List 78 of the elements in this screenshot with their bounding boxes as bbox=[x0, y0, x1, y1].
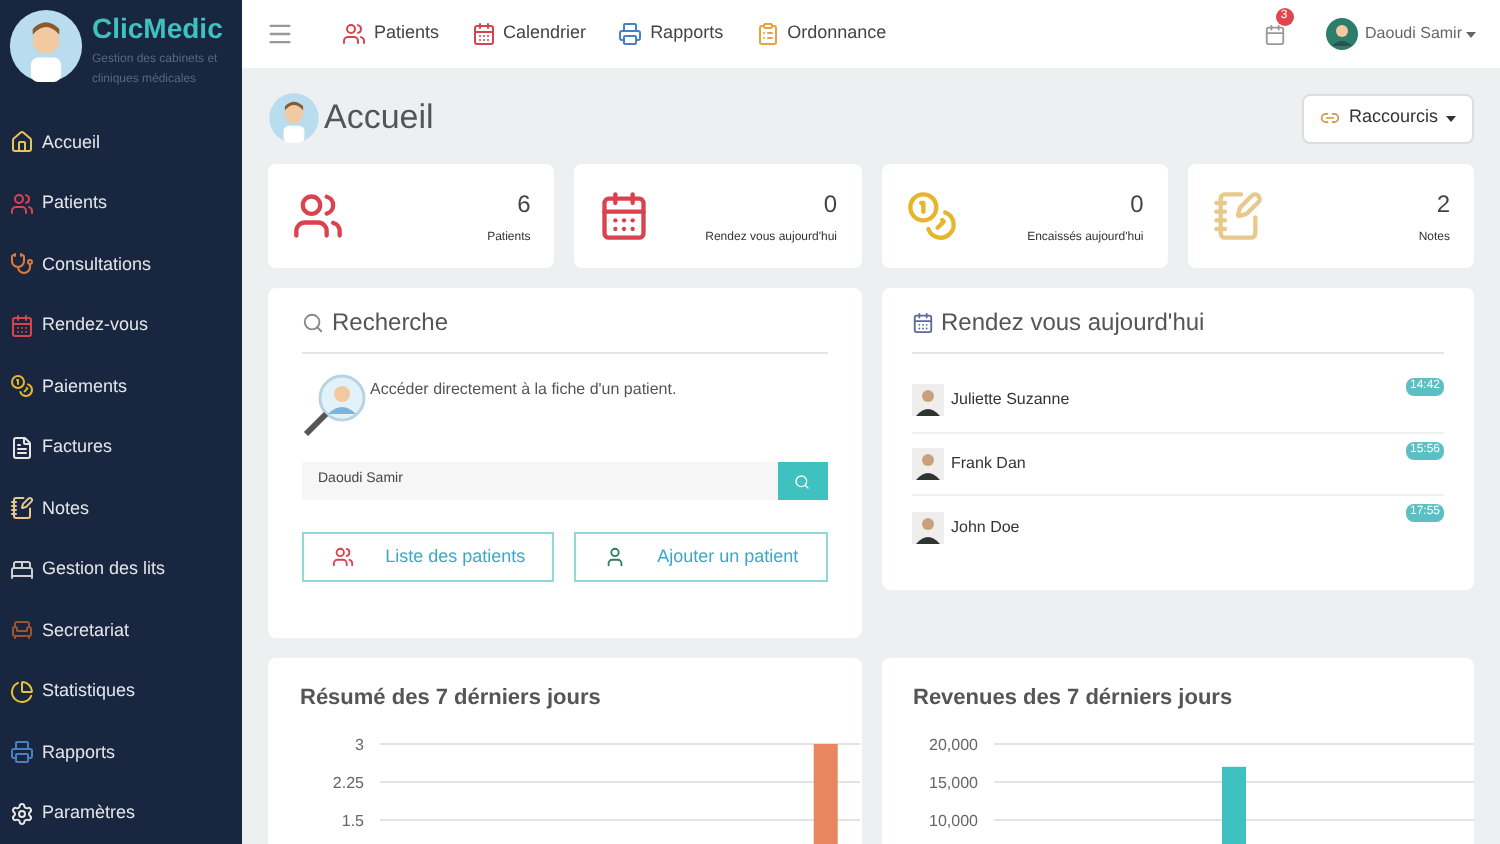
shortcuts-button[interactable]: Raccourcis bbox=[1302, 93, 1474, 143]
sidebar-item[interactable]: Rapports bbox=[0, 722, 242, 783]
y-tick-label: 2.25 bbox=[332, 773, 364, 791]
pie-chart-icon bbox=[10, 679, 34, 704]
sidebar-item[interactable]: Accueil bbox=[0, 112, 242, 173]
y-tick-label: 15,000 bbox=[928, 773, 977, 791]
y-tick-label: 3 bbox=[355, 735, 364, 753]
sidebar-item[interactable]: Consultations bbox=[0, 234, 242, 295]
sidebar-item[interactable]: Gestion des lits bbox=[0, 539, 242, 600]
panel-title: Recherche bbox=[332, 306, 449, 340]
search-icon bbox=[794, 473, 810, 489]
search-description: Accéder directement à la fiche d'un patient. bbox=[370, 378, 677, 402]
y-tick-label: 10,000 bbox=[928, 811, 977, 829]
doctor-avatar-icon bbox=[268, 92, 320, 144]
nav-link[interactable]: Calendrier bbox=[471, 20, 587, 48]
stat-value: 0 bbox=[1130, 187, 1144, 221]
menu-icon[interactable] bbox=[266, 20, 294, 48]
y-tick-label: 1.5 bbox=[341, 811, 364, 829]
chart-bar bbox=[813, 743, 838, 844]
stat-value: 0 bbox=[823, 187, 837, 221]
calendar-icon bbox=[471, 22, 496, 46]
chair-icon bbox=[10, 618, 34, 643]
document-icon bbox=[10, 435, 34, 460]
sidebar-item[interactable]: Notes bbox=[0, 478, 242, 539]
settings-icon bbox=[10, 801, 34, 826]
patient-name: John Doe bbox=[951, 515, 1020, 540]
stat-value: 2 bbox=[1436, 187, 1450, 221]
printer-icon bbox=[618, 22, 643, 46]
patient-name: Juliette Suzanne bbox=[951, 388, 1070, 413]
coins-icon bbox=[905, 190, 957, 242]
search-button[interactable] bbox=[777, 462, 827, 500]
nav-link[interactable]: Patients bbox=[342, 20, 440, 48]
sidebar-item[interactable]: Factures bbox=[0, 417, 242, 478]
notepad-icon bbox=[1211, 190, 1264, 242]
user-avatar-icon bbox=[1325, 18, 1358, 50]
nav-link[interactable]: Rapports bbox=[618, 20, 724, 48]
printer-icon bbox=[10, 740, 34, 765]
house-icon bbox=[10, 130, 34, 155]
users-icon bbox=[342, 22, 366, 46]
caret-icon bbox=[1446, 115, 1456, 121]
users-icon bbox=[331, 546, 354, 568]
sidebar-item[interactable]: Rendez-vous bbox=[0, 295, 242, 356]
patient-name: Frank Dan bbox=[951, 451, 1026, 476]
clipboard-icon bbox=[755, 22, 780, 46]
sidebar-item[interactable]: Paiements bbox=[0, 356, 242, 417]
sidebar-item[interactable]: Patients bbox=[0, 173, 242, 234]
user-menu[interactable]: Daoudi Samir bbox=[1365, 22, 1476, 46]
coins-icon bbox=[10, 374, 34, 399]
bed-icon bbox=[10, 557, 34, 582]
caret-icon bbox=[1466, 31, 1476, 37]
chart-bar bbox=[1221, 765, 1245, 844]
calendar-icon bbox=[10, 313, 34, 338]
panel-title: Rendez vous aujourd'hui bbox=[941, 306, 1205, 340]
doctor-avatar-icon bbox=[8, 8, 84, 84]
magnifier-person-icon bbox=[302, 370, 370, 438]
calendar-icon[interactable] bbox=[1263, 23, 1286, 45]
person-icon bbox=[603, 546, 626, 568]
calendar-icon bbox=[598, 190, 651, 242]
sidebar-item[interactable]: Secretariat bbox=[0, 600, 242, 661]
sidebar-item[interactable]: Paramètres bbox=[0, 783, 242, 844]
link-icon bbox=[1320, 108, 1341, 128]
sidebar-item[interactable]: Statistiques bbox=[0, 661, 242, 722]
nav-link[interactable]: Ordonnance bbox=[755, 20, 887, 48]
chart-title: Revenues des 7 dérniers jours bbox=[913, 684, 1235, 714]
brand-name: ClicMedic bbox=[92, 10, 225, 48]
stat-value: 6 bbox=[517, 187, 531, 221]
person-avatar-icon bbox=[911, 511, 943, 544]
search-icon bbox=[302, 311, 324, 333]
y-tick-label: 20,000 bbox=[928, 735, 977, 753]
chart-title: Résumé des 7 dérniers jours bbox=[300, 684, 603, 714]
person-avatar-icon bbox=[911, 447, 943, 480]
users-icon bbox=[10, 191, 34, 216]
users-icon bbox=[292, 190, 344, 242]
person-avatar-icon bbox=[911, 384, 943, 417]
calendar-icon bbox=[911, 311, 933, 333]
notepad-icon bbox=[10, 496, 34, 521]
page-title: Accueil bbox=[324, 96, 434, 141]
stethoscope-icon bbox=[10, 252, 34, 277]
